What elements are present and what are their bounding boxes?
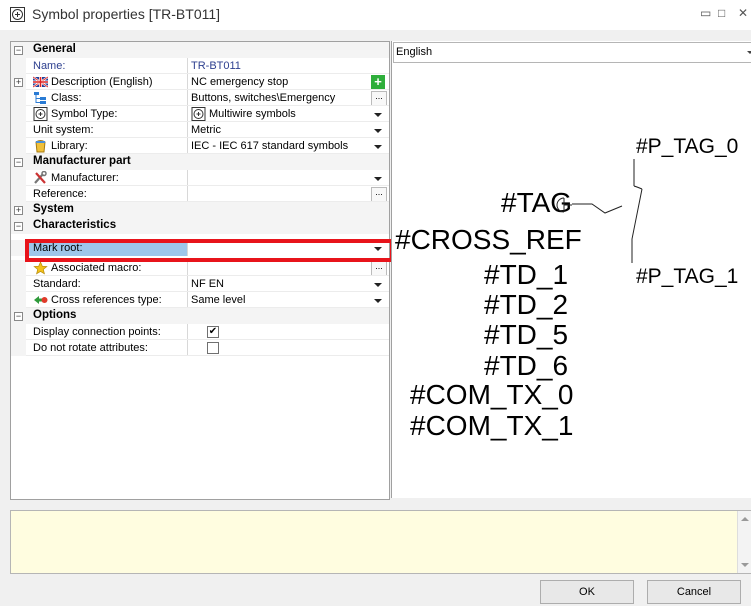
- collapse-icon[interactable]: −: [14, 158, 23, 167]
- dropdown-arrow-icon[interactable]: [371, 139, 385, 153]
- property-display-connection-points[interactable]: Display connection points: ✔: [11, 324, 389, 340]
- property-label: Library:: [51, 140, 88, 152]
- highlight-frame: [25, 239, 394, 262]
- property-label: Class:: [51, 92, 82, 104]
- property-label: Standard:: [33, 278, 81, 290]
- window-title: Symbol properties [TR-BT011]: [32, 6, 221, 22]
- expand-icon[interactable]: +: [14, 206, 23, 215]
- title-bar: Symbol properties [TR-BT011] ▭ □ ✕: [0, 0, 751, 30]
- property-class[interactable]: Class: Buttons, switches\Emergency ...: [11, 90, 389, 106]
- category-label: Characteristics: [33, 219, 117, 231]
- property-associated-macro[interactable]: Associated macro: ...: [11, 260, 389, 276]
- property-label: Symbol Type:: [51, 108, 118, 120]
- scrollbar[interactable]: [737, 511, 751, 573]
- property-label: Display connection points:: [33, 326, 161, 338]
- star-icon: [33, 261, 48, 275]
- property-do-not-rotate-attributes[interactable]: Do not rotate attributes:: [11, 340, 389, 356]
- category-options[interactable]: − Options: [11, 308, 389, 324]
- property-standard[interactable]: Standard: NF EN: [11, 276, 389, 292]
- multiwire-symbol-icon: [10, 7, 25, 22]
- property-cross-references-type[interactable]: Cross references type: Same level: [11, 292, 389, 308]
- collapse-icon[interactable]: −: [14, 46, 23, 55]
- dropdown-arrow-icon[interactable]: [371, 277, 385, 291]
- close-button[interactable]: ✕: [738, 6, 748, 20]
- multiwire-symbol-icon: [33, 107, 48, 121]
- property-value[interactable]: Multiwire symbols: [209, 108, 384, 120]
- collapse-icon[interactable]: −: [14, 222, 23, 231]
- category-system[interactable]: + System: [11, 202, 389, 218]
- collapse-icon[interactable]: −: [14, 312, 23, 321]
- cross-reference-icon: [34, 296, 48, 304]
- ok-button[interactable]: OK: [540, 580, 634, 604]
- property-manufacturer[interactable]: Manufacturer:: [11, 170, 389, 186]
- property-label: Unit system:: [33, 124, 94, 136]
- scroll-up-icon[interactable]: [741, 517, 749, 521]
- category-label: Options: [33, 309, 77, 321]
- property-value[interactable]: TR-BT011: [191, 60, 366, 72]
- maximize-button[interactable]: □: [718, 6, 725, 20]
- property-library[interactable]: Library: IEC - IEC 617 standard symbols: [11, 138, 389, 154]
- category-manufacturer-part[interactable]: − Manufacturer part: [11, 154, 389, 170]
- property-name[interactable]: Name: TR-BT011: [11, 58, 389, 74]
- property-unit-system[interactable]: Unit system: Metric: [11, 122, 389, 138]
- library-icon: [35, 140, 46, 153]
- class-tree-icon: [34, 92, 46, 104]
- category-label: General: [33, 43, 76, 55]
- category-label: Manufacturer part: [33, 155, 131, 167]
- property-value[interactable]: Same level: [191, 294, 366, 306]
- display-connection-points-checkbox[interactable]: ✔: [207, 326, 219, 338]
- property-label: Manufacturer:: [51, 172, 119, 184]
- category-label: System: [33, 203, 74, 215]
- property-label: Cross references type:: [51, 294, 162, 306]
- dropdown-arrow-icon[interactable]: [371, 107, 385, 121]
- cancel-button[interactable]: Cancel: [647, 580, 741, 604]
- property-label: Associated macro:: [51, 262, 142, 274]
- property-value[interactable]: Buttons, switches\Emergency: [191, 92, 366, 104]
- property-label: Reference:: [33, 188, 87, 200]
- expand-icon[interactable]: +: [14, 78, 23, 87]
- property-value[interactable]: NF EN: [191, 278, 366, 290]
- property-label: Do not rotate attributes:: [33, 342, 148, 354]
- browse-button[interactable]: ...: [371, 91, 387, 106]
- description-textarea[interactable]: [10, 510, 751, 574]
- dropdown-arrow-icon[interactable]: [371, 171, 385, 185]
- emergency-stop-symbol: [556, 159, 643, 263]
- browse-button[interactable]: ...: [371, 187, 387, 202]
- tools-icon: [34, 171, 47, 184]
- category-general[interactable]: − General: [11, 42, 389, 58]
- dropdown-arrow-icon[interactable]: [371, 123, 385, 137]
- dropdown-arrow-icon[interactable]: [371, 293, 385, 307]
- add-translation-button[interactable]: +: [371, 75, 385, 89]
- minimize-button[interactable]: ▭: [700, 6, 711, 20]
- uk-flag-icon: [33, 76, 48, 88]
- property-value[interactable]: IEC - IEC 617 standard symbols: [191, 140, 366, 152]
- symbol-preview: English #TAG #CROSS_REF #TD_1 #TD_2 #TD_…: [391, 41, 751, 498]
- property-label: Description (English): [51, 76, 153, 88]
- browse-button[interactable]: ...: [371, 261, 387, 276]
- scroll-down-icon[interactable]: [741, 563, 749, 567]
- property-label: Name:: [33, 60, 66, 72]
- property-reference[interactable]: Reference: ...: [11, 186, 389, 202]
- property-description[interactable]: + Description (English) NC emergency sto…: [11, 74, 389, 90]
- property-symbol-type[interactable]: Symbol Type: Multiwire symbols: [11, 106, 389, 122]
- property-value[interactable]: NC emergency stop: [191, 76, 366, 88]
- property-value[interactable]: Metric: [191, 124, 366, 136]
- multiwire-symbol-icon: [191, 107, 206, 121]
- property-grid: − General Name: TR-BT011 + Description (…: [10, 41, 390, 500]
- do-not-rotate-attributes-checkbox[interactable]: [207, 342, 219, 354]
- category-characteristics[interactable]: − Characteristics: [11, 218, 389, 234]
